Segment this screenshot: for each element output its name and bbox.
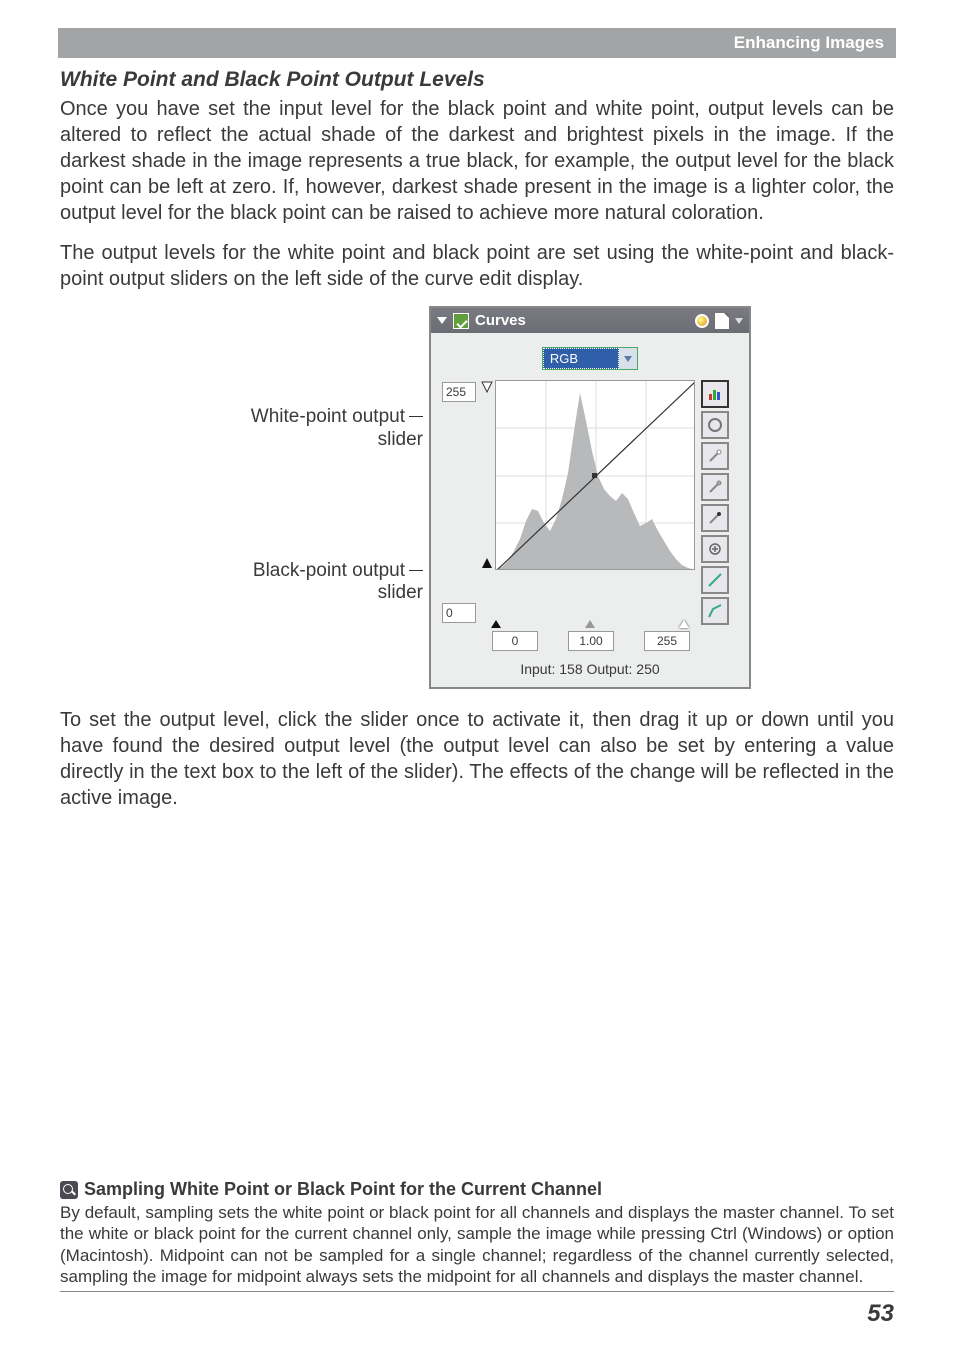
magnifier-icon: [60, 1181, 78, 1199]
curves-figure: White-point output slider Black-point ou…: [60, 306, 894, 689]
menu-icon[interactable]: [735, 318, 743, 324]
input-max-field[interactable]: 255: [644, 631, 690, 651]
gray-eyedropper-button[interactable]: [701, 473, 729, 501]
input-mid-field[interactable]: 1.00: [568, 631, 614, 651]
white-point-output-slider[interactable]: [482, 382, 492, 392]
channel-select[interactable]: RGB: [542, 347, 638, 370]
status-icon: [695, 314, 709, 328]
input-min-field[interactable]: 0: [492, 631, 538, 651]
panel-title-text: Curves: [475, 312, 526, 329]
label-black-line1: Black-point output: [253, 560, 405, 581]
output-slider-track: [479, 380, 495, 625]
note-title: Sampling White Point or Black Point for …: [84, 1179, 602, 1200]
add-point-button[interactable]: [701, 535, 729, 563]
histogram-tool-button[interactable]: [701, 380, 729, 408]
black-eyedropper-button[interactable]: [701, 504, 729, 532]
midpoint-input-slider[interactable]: [585, 620, 595, 628]
enable-checkbox-icon[interactable]: [453, 313, 469, 329]
header-bar: Enhancing Images: [58, 28, 896, 58]
output-max-field[interactable]: 255: [442, 382, 476, 402]
curve-tool-2-button[interactable]: [701, 597, 729, 625]
black-point-output-slider[interactable]: [482, 558, 492, 568]
label-black-line2: slider: [378, 582, 423, 603]
tool-column: [701, 380, 731, 625]
chevron-down-icon: [624, 356, 632, 362]
paragraph-3: To set the output level, click the slide…: [60, 707, 894, 811]
output-min-field[interactable]: 0: [442, 603, 476, 623]
curves-panel: Curves RGB: [429, 306, 751, 689]
header-section: Enhancing Images: [734, 33, 884, 53]
collapse-icon[interactable]: [437, 317, 447, 324]
page-icon[interactable]: [715, 313, 729, 329]
channel-dropdown-button[interactable]: [619, 348, 637, 369]
white-point-input-slider[interactable]: [679, 620, 689, 628]
note-block: Sampling White Point or Black Point for …: [60, 1179, 894, 1292]
channel-label: RGB: [543, 348, 619, 369]
input-slider-track: [489, 620, 689, 630]
radial-tool-button[interactable]: [701, 411, 729, 439]
paragraph-2: The output levels for the white point an…: [60, 240, 894, 292]
figure-labels: White-point output slider Black-point ou…: [203, 306, 423, 605]
paragraph-1: Once you have set the input level for th…: [60, 96, 894, 226]
label-white-line2: slider: [378, 429, 423, 450]
readout-text: Input: 158 Output: 250: [439, 661, 741, 677]
white-eyedropper-button[interactable]: [701, 442, 729, 470]
curve-tool-1-button[interactable]: [701, 566, 729, 594]
panel-titlebar[interactable]: Curves: [431, 308, 749, 333]
page-number: 53: [867, 1300, 894, 1328]
black-point-input-slider[interactable]: [491, 620, 501, 628]
curve-histogram[interactable]: [495, 380, 695, 570]
section-title: White Point and Black Point Output Level…: [60, 68, 894, 92]
note-body: By default, sampling sets the white poin…: [60, 1202, 894, 1292]
label-white-line1: White-point output: [251, 406, 405, 427]
